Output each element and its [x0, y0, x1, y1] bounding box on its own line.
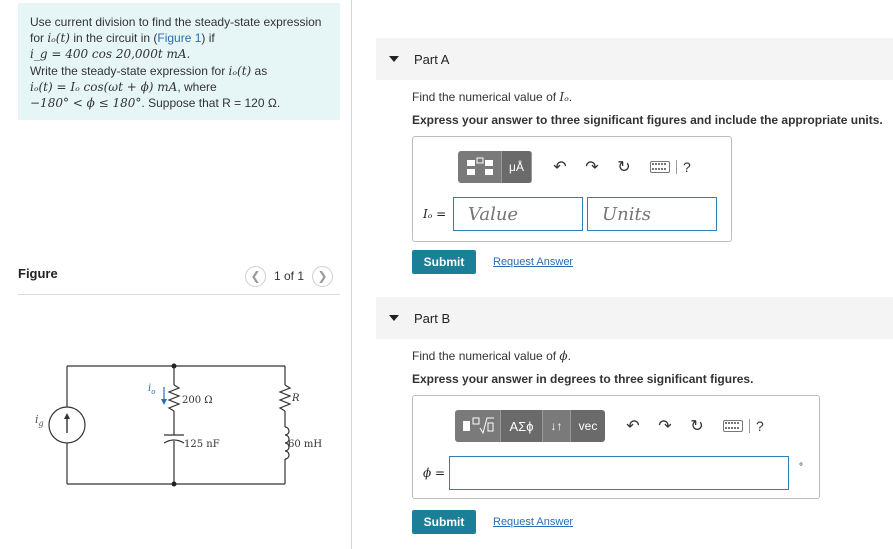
problem-line-6: −180° < ϕ ≤ 180°. Suppose that R = 120 Ω… — [30, 95, 328, 111]
junction-dot — [171, 481, 177, 487]
toolbar-separator — [749, 419, 750, 433]
io-expression: iₒ(t) — [228, 63, 252, 78]
prompt-variable: Iₒ — [559, 90, 569, 104]
part-a-request-answer-link[interactable]: Request Answer — [493, 256, 573, 268]
prompt-variable: ϕ — [559, 349, 568, 363]
part-a-header[interactable]: Part A — [376, 38, 893, 80]
units-button[interactable]: μÅ — [502, 151, 532, 183]
part-b-request-answer-link[interactable]: Request Answer — [493, 516, 573, 528]
phi-range-expression: −180° < ϕ ≤ 180° — [30, 96, 142, 111]
resistor-label: 200 Ω — [182, 395, 213, 406]
capacitor-label: 125 nF — [184, 439, 220, 450]
templates-glyph — [462, 417, 494, 435]
part-a-toolbar: μÅ ↶ ↷ ↻ ? — [458, 151, 691, 183]
help-button[interactable]: ? — [756, 418, 764, 434]
figure-pager: ❮ 1 of 1 ❯ — [245, 265, 334, 287]
part-a-prompt: Find the numerical value of Iₒ. — [412, 90, 572, 104]
figure-heading: Figure — [18, 266, 58, 281]
problem-text: . Suppose that R = 120 Ω. — [141, 96, 281, 111]
caret-down-icon — [389, 56, 399, 62]
part-a-instruction: Express your answer to three significant… — [412, 113, 883, 127]
pager-label: 1 of 1 — [274, 269, 305, 283]
part-b-prompt: Find the numerical value of ϕ. — [412, 349, 571, 363]
problem-line-4: Write the steady-state expression for iₒ… — [30, 63, 328, 79]
problem-text: in the circuit in ( — [70, 31, 158, 46]
part-a-answer-box: μÅ ↶ ↷ ↻ ? Iₒ = — [412, 136, 732, 242]
problem-text: ) if — [201, 31, 215, 46]
templates-icon[interactable] — [458, 151, 502, 183]
toolbar-separator — [676, 160, 677, 174]
io-input-label: Iₒ = — [423, 207, 447, 221]
problem-line-2: for iₒ(t) in the circuit in (Figure 1) i… — [30, 30, 328, 46]
prompt-end: . — [568, 90, 573, 104]
problem-text: for — [30, 31, 48, 46]
caret-down-icon — [389, 315, 399, 321]
source-label-sub: g — [39, 419, 44, 428]
part-b-button-group: AΣϕ ↓↑ vec — [455, 410, 605, 442]
part-b-instruction: Express your answer in degrees to three … — [412, 372, 754, 386]
problem-text: as — [251, 63, 268, 78]
templates-glyph — [466, 157, 493, 175]
part-b-submit-button[interactable]: Submit — [412, 510, 476, 534]
keyboard-icon[interactable] — [723, 420, 743, 432]
figure-divider — [18, 294, 340, 295]
circuit-diagram: ig io 200 Ω 125 nF R 60 mH — [35, 363, 322, 487]
reset-icon[interactable]: ↻ — [612, 155, 636, 179]
degree-unit: ° — [799, 462, 803, 473]
part-a-title: Part A — [414, 51, 450, 67]
keyboard-icon[interactable] — [650, 161, 670, 173]
ig-expression: i_g = 400 cos 20,000t mA. — [30, 47, 191, 62]
svg-text:ig: ig — [35, 413, 44, 428]
phi-input-label: ϕ = — [423, 466, 446, 480]
redo-icon[interactable]: ↷ — [653, 414, 677, 438]
io-form-expression: iₒ(t) = Iₒ cos(ωt + ϕ) mA — [30, 79, 178, 94]
prompt-text: Find the numerical value of — [412, 90, 560, 104]
undo-icon[interactable]: ↶ — [548, 155, 572, 179]
problem-line-1: Use current division to find the steady-… — [30, 15, 322, 29]
chevron-left-icon[interactable]: ❮ — [245, 265, 266, 287]
vector-button[interactable]: vec — [571, 410, 605, 442]
io-expression: iₒ(t) — [47, 31, 70, 46]
part-b-answer-box: AΣϕ ↓↑ vec ↶ ↷ ↻ ? ϕ = ° — [412, 395, 820, 499]
part-b-header[interactable]: Part B — [376, 297, 893, 339]
problem-line-5: iₒ(t) = Iₒ cos(ωt + ϕ) mA, where — [30, 79, 328, 95]
templates-icon[interactable] — [455, 410, 501, 442]
greek-symbols-button[interactable]: AΣϕ — [501, 410, 543, 442]
chevron-right-icon[interactable]: ❯ — [312, 265, 334, 287]
part-b-toolbar: AΣϕ ↓↑ vec ↶ ↷ ↻ ? — [455, 410, 764, 442]
part-a-submit-button[interactable]: Submit — [412, 250, 476, 274]
problem-text: Write the steady-state expression for — [30, 63, 229, 78]
column-divider — [351, 0, 352, 549]
phi-value-input[interactable] — [449, 456, 789, 490]
svg-text:io: io — [148, 383, 155, 396]
subscript-superscript-button[interactable]: ↓↑ — [543, 410, 571, 442]
value-input[interactable] — [453, 197, 583, 231]
reset-icon[interactable]: ↻ — [685, 414, 709, 438]
redo-icon[interactable]: ↷ — [580, 155, 604, 179]
figure-link[interactable]: Figure 1 — [157, 31, 201, 45]
prompt-text: Find the numerical value of — [412, 349, 560, 363]
part-b-title: Part B — [414, 310, 451, 326]
undo-icon[interactable]: ↶ — [621, 414, 645, 438]
help-button[interactable]: ? — [683, 159, 691, 175]
problem-statement: Use current division to find the steady-… — [18, 3, 340, 120]
io-label-sub: o — [151, 388, 155, 396]
units-input[interactable] — [587, 197, 717, 231]
inductor-label: 60 mH — [288, 439, 322, 450]
junction-dot — [171, 363, 177, 369]
prompt-end: . — [567, 349, 571, 363]
problem-text: , where — [177, 79, 217, 94]
part-a-button-group: μÅ — [458, 151, 532, 183]
r-label: R — [291, 393, 300, 404]
